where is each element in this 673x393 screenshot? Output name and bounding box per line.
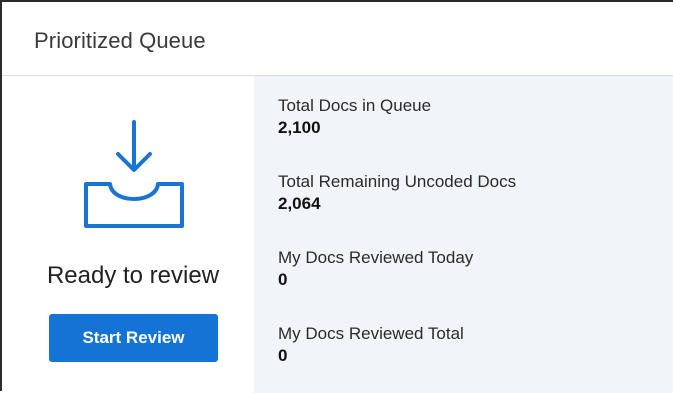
queue-stats-panel: Total Docs in Queue 2,100 Total Remainin… bbox=[254, 76, 673, 393]
stat-value: 0 bbox=[278, 346, 288, 365]
card-title: Prioritized Queue bbox=[34, 28, 206, 53]
stat-label: My Docs Reviewed Today bbox=[278, 248, 474, 267]
stat-label: Total Remaining Uncoded Docs bbox=[278, 172, 517, 191]
stat-value: 2,100 bbox=[278, 118, 321, 137]
stat-total-remaining-uncoded-docs: Total Remaining Uncoded Docs 2,064 bbox=[278, 172, 516, 214]
stat-value: 2,064 bbox=[278, 194, 321, 213]
stat-total-docs-in-queue: Total Docs in Queue 2,100 bbox=[278, 96, 431, 138]
stat-value: 0 bbox=[278, 270, 288, 289]
card-header: Prioritized Queue bbox=[2, 2, 673, 76]
stat-label: Total Docs in Queue bbox=[278, 96, 432, 115]
start-review-button[interactable]: Start Review bbox=[49, 314, 218, 362]
review-start-panel: Ready to review Start Review bbox=[2, 76, 254, 391]
prioritized-queue-card: Prioritized Queue Ready to review Start … bbox=[0, 0, 673, 393]
stat-my-docs-reviewed-today: My Docs Reviewed Today 0 bbox=[278, 248, 473, 290]
stat-label: My Docs Reviewed Total bbox=[278, 324, 464, 343]
stat-my-docs-reviewed-total: My Docs Reviewed Total 0 bbox=[278, 324, 464, 366]
inbox-download-icon bbox=[84, 120, 184, 228]
ready-status-text: Ready to review bbox=[46, 262, 220, 289]
